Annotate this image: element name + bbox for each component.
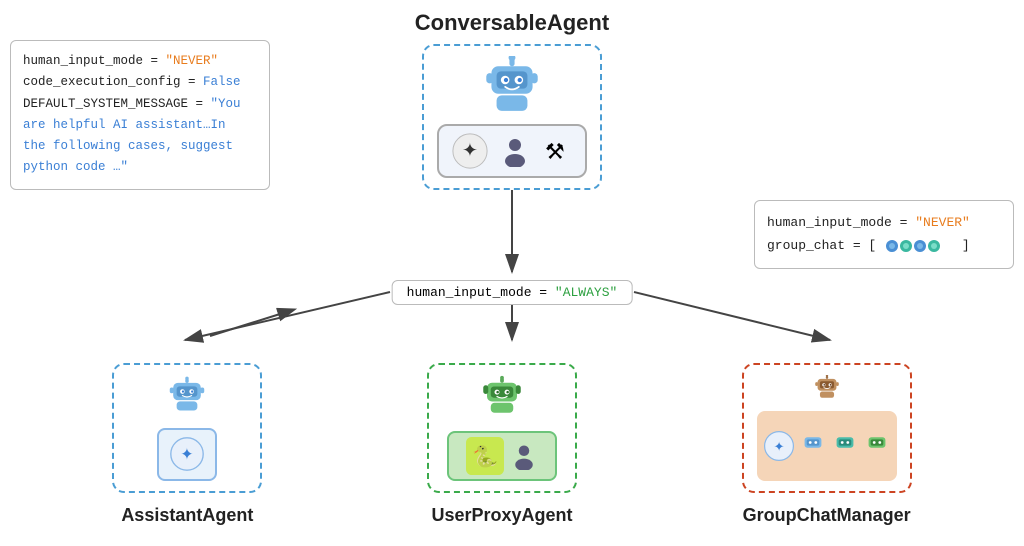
svg-text:✦: ✦ (181, 446, 195, 464)
code-right-line-2: group_chat = [ ] (767, 234, 1001, 257)
assistant-agent-box: ✦ (112, 363, 262, 493)
svg-text:🐍: 🐍 (472, 445, 498, 469)
openai-icon: ✦ (451, 132, 489, 170)
group-openai-icon: ✦ (763, 430, 795, 462)
group-chat-robot-icon (803, 375, 851, 403)
group-mini-green-robot (863, 432, 891, 460)
code-box-left: human_input_mode = "NEVER" code_executio… (10, 40, 270, 190)
user-proxy-person-icon (510, 442, 538, 470)
svg-text:✦: ✦ (462, 141, 478, 162)
code-box-right: human_input_mode = "NEVER" group_chat = … (754, 200, 1014, 269)
tools-row: ✦ ⚒ (437, 124, 587, 178)
conversable-agent-box: ✦ ⚒ (422, 44, 602, 190)
tools-icon: ⚒ (541, 135, 573, 167)
svg-text:✦: ✦ (773, 439, 784, 454)
assistant-openai-box: ✦ (157, 428, 217, 481)
code-line-1: human_input_mode = "NEVER" (23, 51, 257, 72)
python-icon: 🐍 (466, 437, 504, 475)
group-chat-manager-label: GroupChatManager (743, 505, 911, 526)
code-right-line-1: human_input_mode = "NEVER" (767, 211, 1001, 234)
user-proxy-inner-box: 🐍 (447, 431, 557, 481)
diagram-container: ConversableAgent (0, 0, 1024, 546)
assistant-agent-wrapper: ✦ AssistantAgent (112, 363, 262, 526)
conversable-robot-icon (477, 56, 547, 116)
assistant-agent-label: AssistantAgent (121, 505, 253, 526)
user-proxy-agent-box: 🐍 (427, 363, 577, 493)
code-line-3: DEFAULT_SYSTEM_MESSAGE = "Youare helpful… (23, 94, 257, 179)
assistant-openai-icon: ✦ (169, 436, 205, 472)
group-mini-teal-robot (831, 432, 859, 460)
center-label-value: "ALWAYS" (555, 285, 617, 300)
group-chat-inner-box: ✦ (757, 411, 897, 481)
center-label: human_input_mode = "ALWAYS" (392, 280, 633, 305)
conversable-agent: ConversableAgent (412, 10, 612, 190)
group-chat-manager-box: ✦ (742, 363, 912, 493)
assistant-robot-icon (164, 375, 210, 420)
group-mini-blue-robot (799, 432, 827, 460)
group-chat-dots (884, 238, 954, 254)
center-label-prefix: human_input_mode = (407, 285, 555, 300)
user-proxy-robot-icon (477, 375, 527, 423)
svg-text:⚒: ⚒ (545, 139, 565, 164)
person-icon (499, 135, 531, 167)
conversable-agent-title: ConversableAgent (415, 10, 609, 36)
code-line-2: code_execution_config = False (23, 72, 257, 93)
user-proxy-agent-label: UserProxyAgent (431, 505, 572, 526)
user-proxy-agent-wrapper: 🐍 UserProxyAgent (427, 363, 577, 526)
group-chat-manager-wrapper: ✦ (742, 363, 912, 526)
bottom-agents: ✦ AssistantAgent (0, 363, 1024, 526)
